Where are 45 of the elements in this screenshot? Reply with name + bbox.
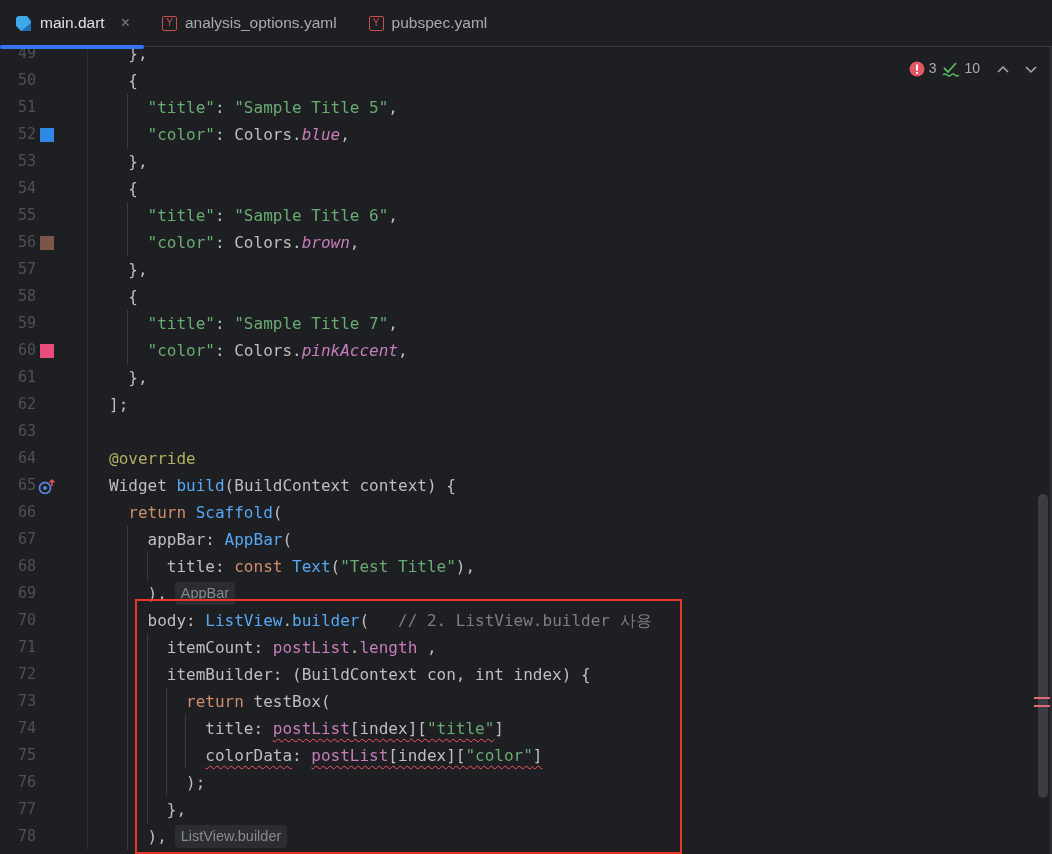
code-line: "title": "Sample Title 5", bbox=[109, 94, 398, 121]
code-line: itemBuilder: (BuildContext con, int index) { bbox=[109, 661, 591, 688]
file-tab[interactable]: Y pubspec.yaml bbox=[354, 0, 502, 47]
color-swatch[interactable] bbox=[40, 343, 54, 358]
code-line: Widget build(BuildContext context) { bbox=[109, 474, 456, 497]
code-line: }, bbox=[127, 259, 148, 281]
code-line: "title": "Sample Title 7", bbox=[109, 310, 398, 337]
code-line: }, bbox=[127, 151, 148, 173]
error-icon bbox=[908, 60, 925, 77]
code-line: ); bbox=[109, 769, 206, 796]
inspection-count: 10 bbox=[964, 59, 980, 78]
code-line: { bbox=[127, 286, 138, 308]
inlay-hint: AppBar bbox=[174, 581, 236, 606]
code-line: }, bbox=[109, 796, 187, 823]
color-swatch[interactable] bbox=[40, 235, 54, 250]
code-line: itemCount: postList.length , bbox=[109, 634, 437, 661]
code-line: "color": Colors.blue, bbox=[109, 121, 350, 148]
code-line: return Scaffold( bbox=[127, 502, 283, 524]
code-line: colorData: postList[index]["color"] bbox=[109, 742, 543, 769]
file-tab[interactable]: main.dart × bbox=[0, 0, 144, 47]
scrollbar-thumb[interactable] bbox=[1038, 494, 1048, 798]
yaml-file-icon: Y bbox=[368, 15, 384, 31]
code-line: ), bbox=[109, 823, 167, 850]
code-line: "color": Colors.brown, bbox=[109, 229, 360, 256]
code-line: @override bbox=[109, 447, 196, 470]
color-swatch[interactable] bbox=[40, 127, 54, 142]
code-line: title: const Text("Test Title"), bbox=[109, 553, 476, 580]
inspection-count: 3 bbox=[928, 59, 937, 78]
override-icon[interactable] bbox=[38, 477, 56, 494]
dart-logo-icon bbox=[14, 14, 32, 32]
code-line: { bbox=[127, 70, 138, 92]
check-icon bbox=[942, 60, 961, 77]
code-line: "color": Colors.pinkAccent, bbox=[109, 337, 408, 364]
code-line: ]; bbox=[109, 393, 129, 416]
code-line: }, bbox=[127, 367, 148, 389]
code-line: { bbox=[127, 178, 138, 200]
inlay-hint: ListView.builder bbox=[174, 824, 288, 849]
yaml-file-icon: Y bbox=[161, 15, 177, 31]
file-tab[interactable]: Y analysis_options.yaml bbox=[147, 0, 351, 47]
close-icon[interactable]: × bbox=[120, 11, 130, 35]
code-line: appBar: AppBar( bbox=[109, 526, 293, 553]
code-line: title: postList[index]["title"] bbox=[109, 715, 504, 742]
code-line: body: ListView.builder( // 2. ListView.builder 사용 bbox=[109, 607, 652, 634]
code-line: "title": "Sample Title 6", bbox=[109, 202, 398, 229]
code-line: return testBox( bbox=[109, 688, 331, 715]
